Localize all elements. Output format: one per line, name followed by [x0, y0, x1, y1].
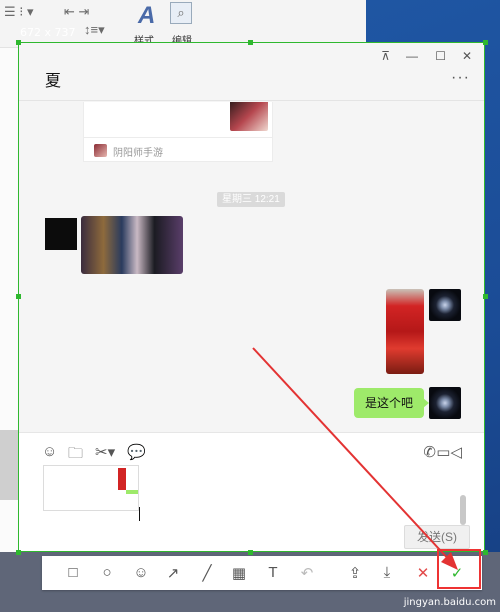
pasted-screenshot-preview[interactable]	[43, 465, 139, 511]
mosaic-tool-icon[interactable]: ▦	[230, 564, 248, 582]
card-thumbnail	[230, 102, 268, 131]
minimize-icon[interactable]: —	[406, 49, 418, 63]
game-app-icon	[94, 144, 107, 157]
pen-tool-icon[interactable]: ╱	[198, 564, 216, 582]
image-message-received[interactable]	[81, 216, 183, 274]
message-timestamp: 星期三 12:21	[217, 192, 285, 207]
maximize-icon[interactable]: ☐	[435, 49, 446, 63]
side-panel	[0, 430, 18, 500]
selection-handle[interactable]	[248, 40, 253, 45]
watermark: jingyan.baidu.com	[403, 597, 496, 608]
selection-handle[interactable]	[16, 550, 21, 555]
close-icon[interactable]: ✕	[462, 49, 472, 63]
text-cursor	[139, 507, 140, 521]
emoji-tool-icon[interactable]: ☺	[132, 564, 150, 581]
self-avatar[interactable]	[429, 289, 461, 321]
self-avatar[interactable]	[429, 387, 461, 419]
pin-icon[interactable]: ⊼	[381, 49, 390, 63]
download-icon[interactable]: ⤓	[378, 564, 396, 581]
card-app-name: 阴阳师手游	[113, 148, 163, 159]
share-icon[interactable]: ⇪	[346, 564, 364, 582]
capture-size-label: 672 x 737	[20, 26, 76, 39]
video-call-icon[interactable]: ▭◁	[436, 443, 462, 461]
text-message-sent[interactable]: 是这个吧	[354, 388, 430, 418]
list-icon[interactable]: ☰ ⁝ ▾	[4, 4, 34, 20]
preview-bubble-part	[126, 490, 138, 494]
line-spacing-icon[interactable]: ↕≡▾	[84, 22, 105, 38]
selection-handle[interactable]	[248, 550, 253, 555]
more-icon[interactable]: ···	[451, 69, 470, 87]
arrow-tool-icon[interactable]: ↗	[164, 564, 182, 582]
cancel-icon[interactable]: ✕	[414, 564, 432, 582]
ribbon-toolbar: ☰ ⁝ ▾ ⇤ ⇥ ↕≡▾ A 样式 ⌕ 编辑	[0, 0, 366, 48]
selection-handle[interactable]	[483, 40, 488, 45]
rectangle-tool-icon[interactable]: □	[64, 564, 82, 581]
undo-icon[interactable]: ↶	[298, 564, 316, 582]
text-tool-icon[interactable]: T	[264, 564, 282, 581]
scissors-icon[interactable]: ✂▾	[95, 443, 115, 461]
contact-avatar[interactable]	[45, 218, 77, 250]
emoji-icon[interactable]: ☺	[42, 443, 57, 460]
chat-history-icon[interactable]: 💬	[127, 443, 146, 461]
chat-window: 夏 ⊼ — ☐ ✕ ··· 阴阳师手游 星期三 12:21 是这个吧 ☺ 🗀 ✂…	[18, 42, 485, 552]
message-composer[interactable]: ☺ 🗀 ✂▾ 💬 ✆ ▭◁ 发送(S)	[19, 432, 484, 551]
preview-image-part	[118, 468, 126, 490]
selection-handle[interactable]	[16, 40, 21, 45]
shared-card[interactable]: 阴阳师手游	[83, 102, 273, 162]
ellipse-tool-icon[interactable]: ○	[98, 564, 116, 581]
message-list[interactable]: 阴阳师手游 星期三 12:21 是这个吧	[19, 102, 484, 432]
snip-toolbar: □ ○ ☺ ↗ ╱ ▦ T ↶ ⇪ ⤓ ✕ ✓	[42, 556, 482, 590]
image-message-sent[interactable]	[386, 289, 424, 374]
chat-title: 夏	[45, 73, 62, 90]
selection-handle[interactable]	[483, 550, 488, 555]
selection-handle[interactable]	[16, 294, 21, 299]
send-button[interactable]: 发送(S)	[404, 525, 470, 549]
composer-scrollbar[interactable]	[460, 495, 466, 525]
highlight-box	[437, 549, 481, 589]
chat-titlebar: 夏 ⊼ — ☐ ✕ ···	[19, 43, 484, 101]
styles-icon[interactable]: A	[138, 2, 155, 30]
card-divider	[84, 137, 272, 138]
selection-handle[interactable]	[483, 294, 488, 299]
search-icon[interactable]: ⌕	[170, 2, 192, 24]
indent-icon[interactable]: ⇤ ⇥	[64, 4, 89, 20]
phone-icon[interactable]: ✆	[423, 443, 436, 461]
